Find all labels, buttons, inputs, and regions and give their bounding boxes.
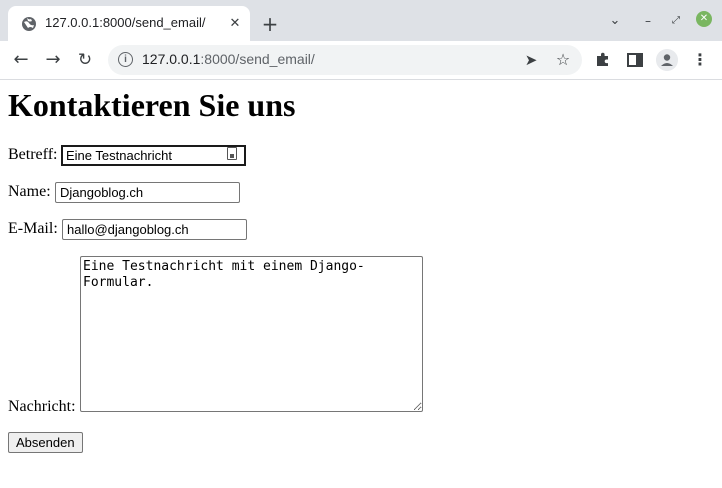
message-label: Nachricht: [8,398,76,415]
browser-toolbar: ← → ↻ i 127.0.0.1:8000/send_email/ ➤ ☆ ⋮ [0,41,722,80]
tab-title: 127.0.0.1:8000/send_email/ [45,15,206,30]
message-textarea[interactable]: Eine Testnachricht mit einem Django-Form… [80,256,423,412]
maximize-icon[interactable]: ⤢ [668,12,684,30]
reload-icon[interactable]: ↻ [74,49,96,71]
star-icon[interactable]: ☆ [553,50,573,70]
autofill-icon[interactable] [227,147,237,160]
subject-input[interactable] [61,145,246,166]
tab-strip: 127.0.0.1:8000/send_email/ ✕ + ⌄ – ⤢ ✕ [0,0,722,41]
name-label: Name: [8,183,51,200]
url-host: 127.0.0.1 [142,51,201,67]
puzzle-icon[interactable] [593,50,613,70]
subject-label: Betreff: [8,146,58,163]
send-icon[interactable]: ➤ [521,50,541,70]
globe-icon [22,17,36,31]
address-bar[interactable]: i 127.0.0.1:8000/send_email/ ➤ ☆ [108,45,582,75]
info-icon[interactable]: i [118,52,133,67]
name-input[interactable] [55,182,240,203]
profile-icon[interactable] [656,49,678,71]
window-close-icon[interactable]: ✕ [696,11,712,27]
kebab-menu-icon[interactable]: ⋮ [690,50,710,70]
page-title: Kontaktieren Sie uns [8,87,296,123]
minimize-icon[interactable]: – [640,12,656,30]
new-tab-icon[interactable]: + [259,13,281,35]
submit-button[interactable]: Absenden [8,432,83,453]
url-path: :8000/send_email/ [200,51,315,67]
tab-search-icon[interactable]: ⌄ [604,12,626,30]
browser-tab[interactable]: 127.0.0.1:8000/send_email/ ✕ [8,6,250,41]
arrow-right-icon[interactable]: → [42,49,64,71]
url-text[interactable]: 127.0.0.1:8000/send_email/ [142,51,315,67]
page-content: Kontaktieren Sie uns Betreff: Name: E-Ma… [0,80,722,488]
tab-close-icon[interactable]: ✕ [226,15,244,33]
side-panel-icon[interactable] [625,50,645,70]
email-input[interactable] [62,219,247,240]
arrow-left-icon[interactable]: ← [10,49,32,71]
email-label: E-Mail: [8,220,58,237]
